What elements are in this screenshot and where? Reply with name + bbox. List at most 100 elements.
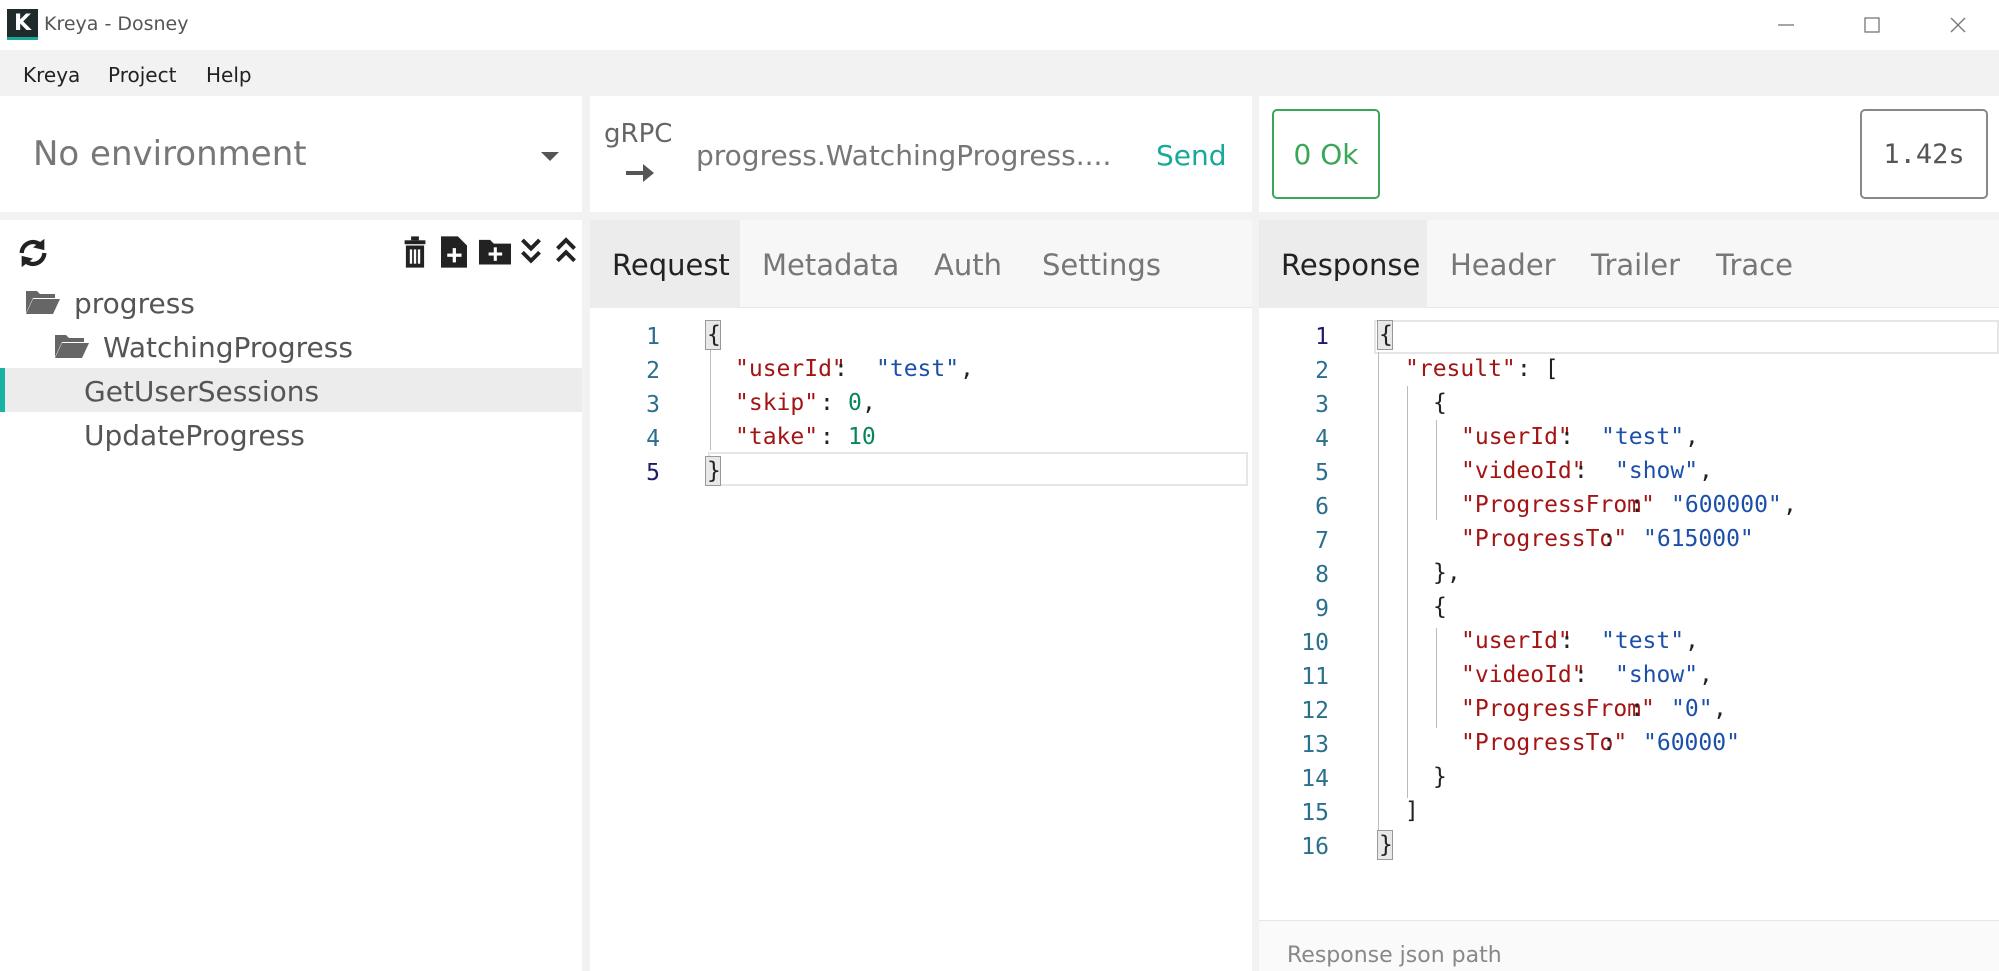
tab-trailer[interactable]: Trailer [1591, 220, 1680, 308]
json-brace: } [1433, 764, 1447, 790]
environment-selector[interactable]: No environment [0, 96, 582, 212]
code-line: 1 { [1259, 320, 1999, 354]
json-key: "ProgressFrom" [1461, 696, 1655, 722]
json-comma: , [862, 390, 876, 416]
code-line: 15 ] [1259, 796, 1999, 830]
new-folder-icon[interactable] [479, 236, 511, 266]
code-line: 14 } [1259, 762, 1999, 796]
chevron-down-icon[interactable] [541, 152, 559, 161]
line-number: 13 [1301, 732, 1329, 758]
new-file-icon[interactable] [441, 236, 467, 268]
json-number: 10 [848, 424, 876, 450]
json-colon: : [1602, 526, 1630, 552]
code-line: 11 "videoId" : "show" , [1259, 660, 1999, 694]
tab-auth[interactable]: Auth [934, 220, 1002, 308]
json-string: "615000" [1643, 526, 1754, 552]
json-key: "ProgressFrom" [1461, 492, 1655, 518]
json-brace: { [1433, 390, 1447, 416]
trash-icon[interactable] [402, 236, 428, 268]
tree-item-getusersessions[interactable]: GetUserSessions [0, 368, 582, 412]
json-comma: , [1685, 424, 1699, 450]
menu-help[interactable]: Help [206, 63, 252, 87]
code-line: 6 "ProgressFrom" : "600000" , [1259, 490, 1999, 524]
code-line: 2 "result" : [ [1259, 354, 1999, 388]
send-button[interactable]: Send [1156, 139, 1227, 172]
project-tree-panel: progress WatchingProgress GetUserSession… [0, 220, 582, 971]
json-string: "show" [1615, 662, 1699, 688]
tab-trace[interactable]: Trace [1716, 220, 1793, 308]
line-number: 6 [1315, 494, 1329, 520]
menu-project[interactable]: Project [108, 63, 176, 87]
tree-item-watchingprogress[interactable]: WatchingProgress [0, 324, 582, 368]
code-line: 4 "take" : 10 [590, 422, 1252, 456]
collapse-all-icon[interactable] [555, 236, 577, 266]
json-colon: : [1560, 424, 1588, 450]
json-string: "test" [1601, 628, 1685, 654]
json-comma: , [960, 356, 974, 382]
line-number: 4 [646, 426, 660, 452]
json-comma: , [1783, 492, 1797, 518]
menu-bar: Kreya Project Help [0, 50, 1999, 96]
json-key: "userId" [1461, 628, 1572, 654]
request-tabs: Request Metadata Auth Settings [590, 220, 1252, 308]
json-colon: : [834, 356, 862, 382]
line-number: 1 [646, 324, 660, 350]
tab-response[interactable]: Response [1259, 220, 1427, 308]
tree-item-progress[interactable]: progress [0, 280, 582, 324]
code-line: 3 "skip" : 0 , [590, 388, 1252, 422]
app-logo: K [7, 9, 38, 40]
code-line: 3 { [1259, 388, 1999, 422]
json-colon: : [1574, 458, 1602, 484]
close-button[interactable] [1928, 8, 1988, 42]
environment-selected: No environment [33, 134, 307, 174]
json-key: "userId" [1461, 424, 1572, 450]
expand-all-icon[interactable] [520, 236, 542, 266]
minimize-button[interactable] [1756, 8, 1816, 42]
method-name[interactable]: progress.WatchingProgress.... [696, 139, 1111, 172]
tab-request[interactable]: Request [590, 220, 740, 308]
line-number: 16 [1301, 834, 1329, 860]
code-line: 16 } [1259, 830, 1999, 864]
menu-kreya[interactable]: Kreya [23, 63, 80, 87]
json-comma: , [1713, 696, 1727, 722]
minimize-icon [1778, 24, 1794, 26]
protocol-label: gRPC [604, 119, 673, 149]
json-brace: { [707, 322, 721, 348]
line-number: 11 [1301, 664, 1329, 690]
json-bracket: ] [1405, 798, 1419, 824]
tree-item-label: UpdateProgress [84, 419, 305, 452]
json-colon: : [820, 424, 848, 450]
json-comma: , [1685, 628, 1699, 654]
code-line: 12 "ProgressFrom" : "0" , [1259, 694, 1999, 728]
line-number: 5 [646, 460, 660, 486]
request-header: gRPC progress.WatchingProgress.... Send [590, 96, 1252, 212]
tab-header[interactable]: Header [1450, 220, 1556, 308]
response-status-header: 0 Ok 1.42s [1259, 96, 1999, 212]
code-line: 2 "userId" : "test" , [590, 354, 1252, 388]
json-key: "videoId" [1461, 458, 1586, 484]
window-title: Kreya - Dosney [44, 13, 189, 35]
duration-badge: 1.42s [1860, 109, 1988, 199]
folder-open-icon [55, 335, 89, 358]
title-bar: K Kreya - Dosney [0, 0, 1999, 50]
json-string: "test" [876, 356, 960, 382]
tab-settings[interactable]: Settings [1042, 220, 1161, 308]
tree-item-label: WatchingProgress [103, 331, 353, 364]
code-line: 13 "ProgressTo" : "60000" [1259, 728, 1999, 762]
maximize-button[interactable] [1842, 8, 1902, 42]
code-line: 10 "userId" : "test" , [1259, 626, 1999, 660]
line-number: 1 [1315, 324, 1329, 350]
response-json-path-input[interactable]: Response json path [1259, 920, 1999, 971]
refresh-icon[interactable] [16, 236, 50, 270]
code-line: 1 { [590, 320, 1252, 354]
json-colon: : [1630, 696, 1658, 722]
tree-item-updateprogress[interactable]: UpdateProgress [0, 412, 582, 456]
tab-metadata[interactable]: Metadata [762, 220, 899, 308]
line-number: 7 [1315, 528, 1329, 554]
json-string: "test" [1601, 424, 1685, 450]
json-comma: , [1699, 662, 1713, 688]
response-panel: Response Header Trailer Trace 1 { 2 "res… [1259, 220, 1999, 971]
code-line: 9 { [1259, 592, 1999, 626]
json-brace: { [1433, 594, 1447, 620]
json-key: "userId" [735, 356, 846, 382]
